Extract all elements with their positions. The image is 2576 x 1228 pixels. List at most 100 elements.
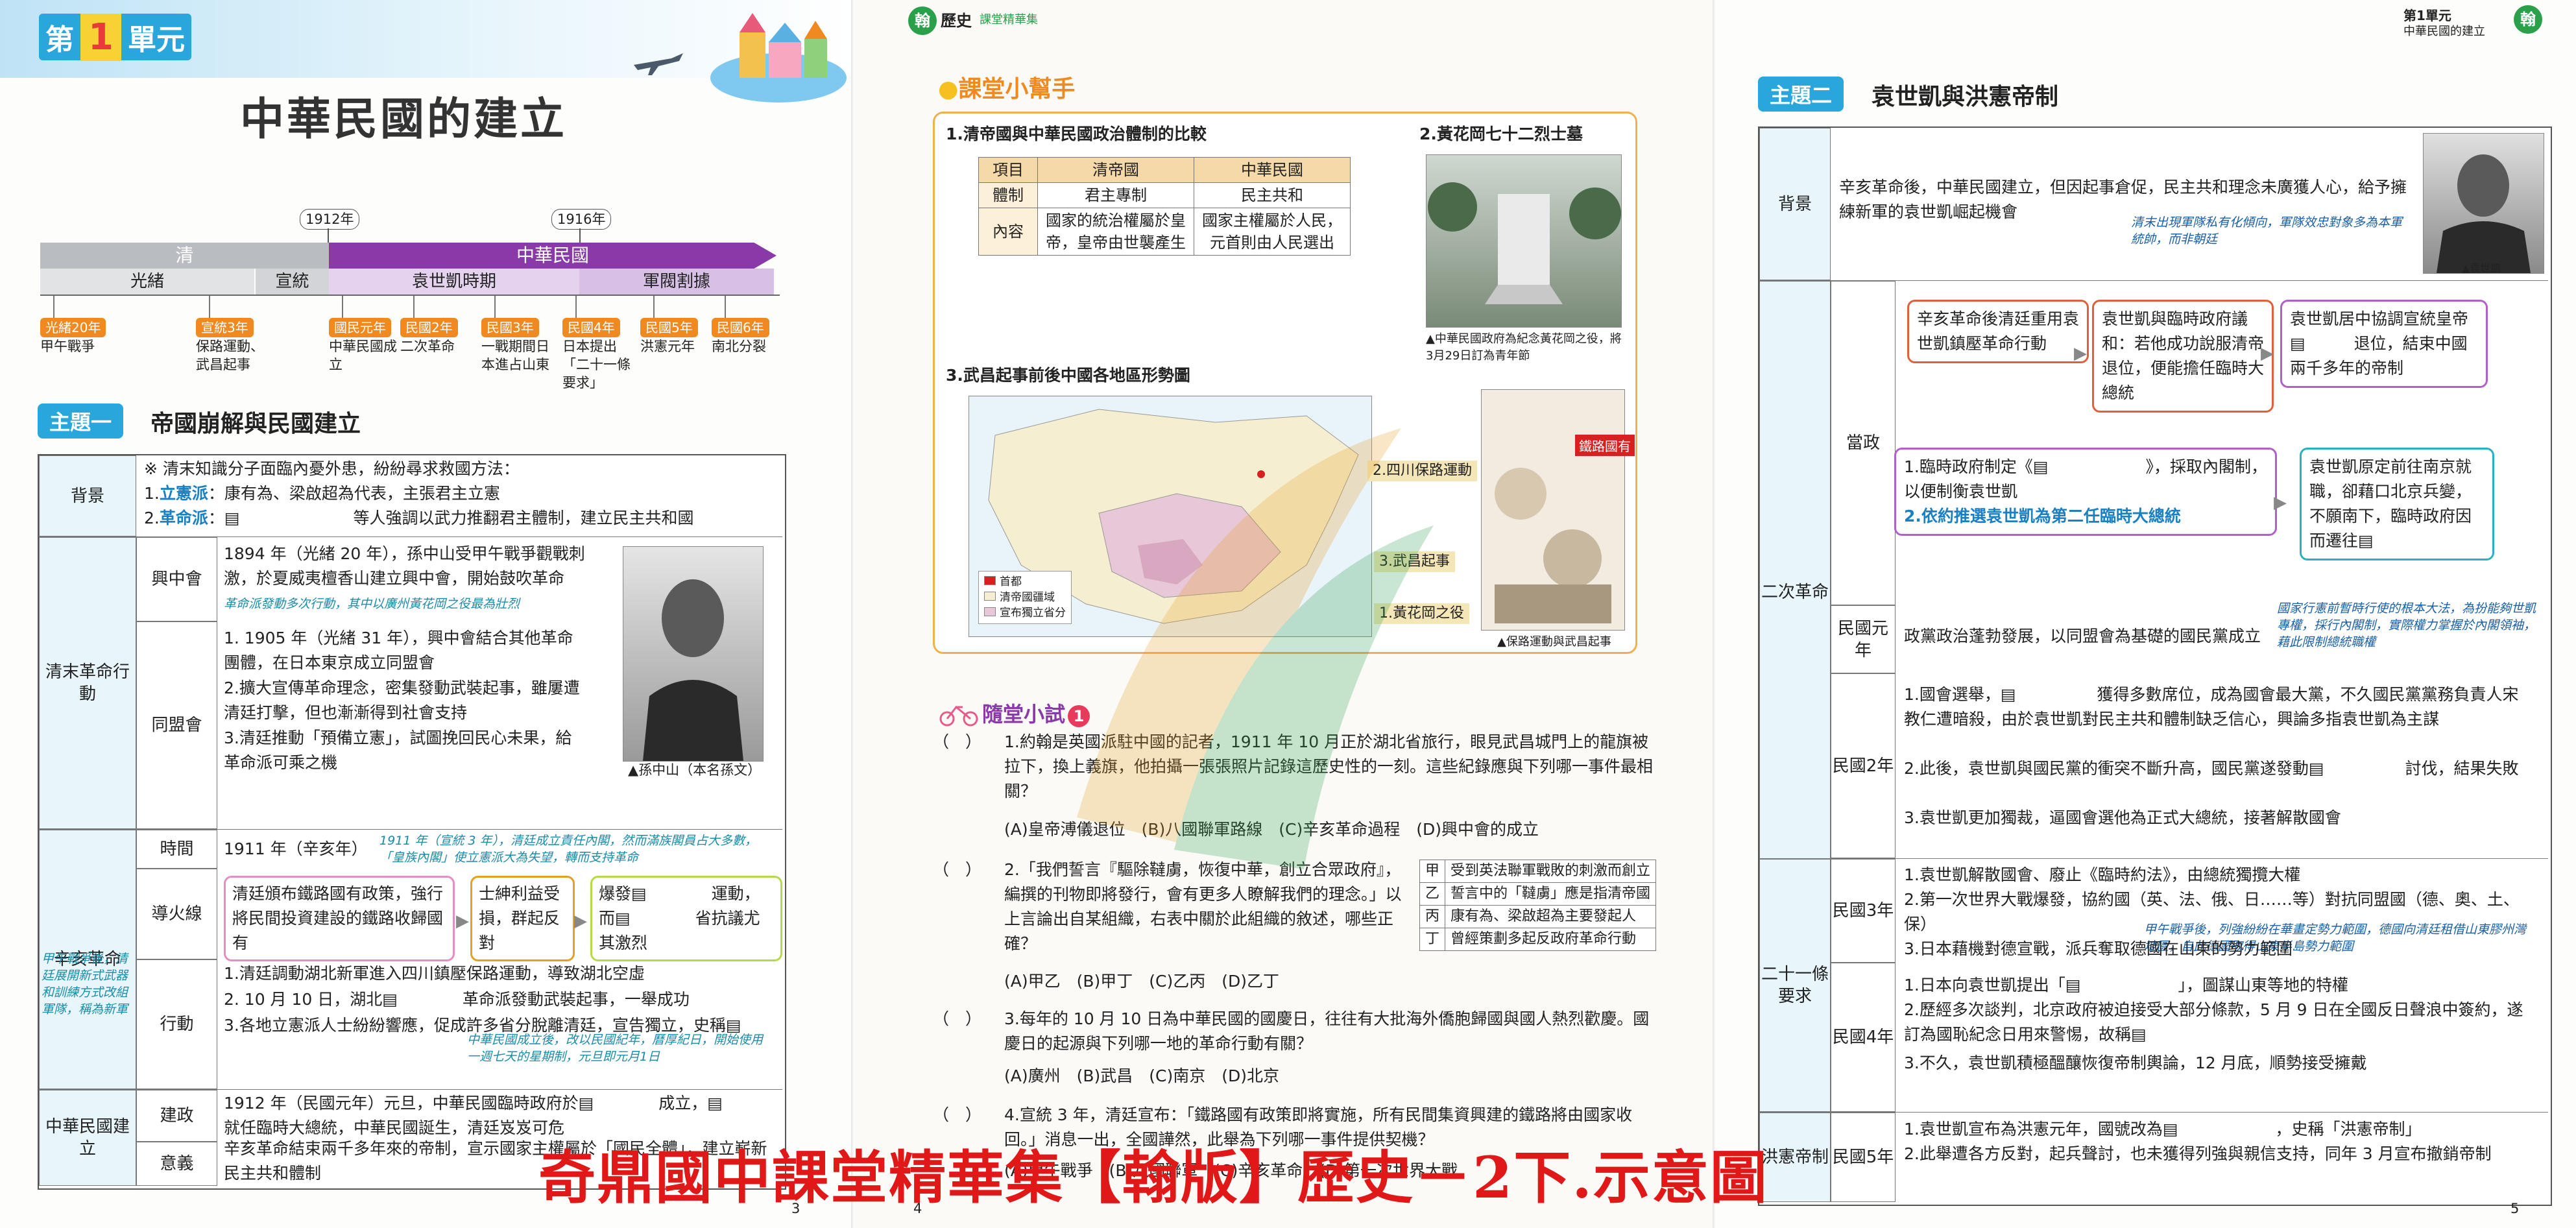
table-cell: 君主專制 — [1037, 182, 1194, 208]
event-tick — [575, 296, 577, 318]
event-year-badge: 民國3年 — [481, 318, 539, 337]
page-number: 5 — [2510, 1201, 2520, 1216]
answer-blank[interactable]: （ ） — [933, 730, 981, 754]
bg-note: ※ 清末知識分子面臨內憂外患，紛紛尋求救國方法： — [144, 459, 520, 478]
row-label-y4: 民國4年 — [1831, 963, 1896, 1112]
timeline-event: 民國3年一戰期間日本進占山東 — [481, 296, 558, 374]
answer-blank[interactable]: （ ） — [933, 1103, 981, 1127]
event-year-badge: 民國4年 — [562, 318, 620, 337]
table-row: 項目 清帝國 中華民國 — [978, 157, 1351, 183]
flow-arrow: ▶ — [2074, 344, 2087, 363]
xinhai-side-note: 甲午戰爭後，清廷展開新式武器和訓練方式改組軍隊，稱為新軍 — [42, 952, 128, 1017]
bg-note: 清末出現軍隊私有化傾向，軍隊效忠對象多為本軍統帥，而非朝廷 — [2131, 215, 2403, 247]
comic-caption: ▲保路運動與武昌起事 — [1497, 635, 1611, 649]
row-label-background: 背景 — [1759, 128, 1831, 280]
header-unit: 第1單元 — [2403, 8, 2451, 23]
year-1912: 1912年 — [300, 209, 360, 230]
fuse-arrow-2: ▶ — [574, 911, 587, 931]
table-cell: 國家主權屬於人民，元首則由人民選出 — [1194, 208, 1351, 256]
watermark-logo — [1012, 363, 1466, 882]
timeline-roc-bar: 中華民國 — [329, 243, 776, 269]
theme1-tag: 主題一 — [38, 403, 124, 439]
row-label-background: 背景 — [39, 455, 136, 536]
time-text: 1911 年（辛亥年） — [224, 839, 368, 858]
table-cell: 乙 — [1419, 882, 1446, 906]
question-3: 3.每年的 10 月 10 日為中華民國的國慶日，往往有大批海外僑胞歸國與國人熱… — [1004, 1009, 1650, 1053]
header-title: 中華民國的建立 — [2403, 25, 2485, 38]
flow-3: 袁世凱居中協調宣統皇帝▤ 退位，結束中國兩千多年的帝制 — [2280, 300, 2488, 388]
table-cell: 誓言中的「韃虜」應是指清帝國 — [1445, 882, 1657, 906]
row-label-time: 時間 — [136, 830, 217, 869]
table-header: 項目 — [978, 157, 1038, 183]
header-subject: 歷史 — [941, 12, 972, 30]
y4-3: 3.不久，袁世凱積極醞釀恢復帝制輿論，12 月底，順勢接受擁戴 — [1904, 1053, 2367, 1072]
bg-line1: 1.立憲派：康有為、梁啟超為代表，主張君主立憲 — [144, 484, 500, 503]
page-title: 中華民國的建立 — [240, 93, 568, 145]
timeline-tick-1912 — [328, 228, 329, 243]
event-text: 保路運動、武昌起事 — [196, 339, 264, 372]
y2-3: 3.袁世凱更加獨裁，逼國會選他為正式大總統，接著解散國會 — [1904, 808, 2341, 827]
theme2-title: 袁世凱與洪憲帝制 — [1872, 84, 2059, 110]
event-text: 二次革命 — [400, 339, 455, 354]
y5-2: 2.此舉遭各方反對，起兵聲討，也未獲得列強與親信支持，同年 3 月宣布撤銷帝制 — [1904, 1144, 2492, 1163]
y2-1: 1.國會選舉，▤ 獲得多數席位，成為國會最大黨，不久國民黨黨務負責人宋教仁遭暗殺… — [1904, 685, 2519, 728]
row-label-y5: 民國5年 — [1831, 1113, 1896, 1202]
event-text: 南北分裂 — [712, 339, 766, 354]
flow-arrow: ▶ — [2261, 344, 2274, 363]
question-2-options: (A)甲乙 (B)甲丁 (C)乙丙 (D)乙丁 — [1004, 972, 1279, 991]
timeline-event: 民國5年 洪憲元年 — [640, 296, 717, 355]
event-tick — [725, 296, 726, 318]
fuse-1: 清廷頒布鐵路國有政策，強行將民間投資建設的鐵路收歸國有 — [224, 876, 455, 961]
y2-2: 2.此後，袁世凱與國民黨的衝突不斷升高，國民黨遂發動▤ 討伐，結果失敗 — [1904, 759, 2519, 778]
y3-3: 3.日本藉機對德宣戰，派兵奪取德國在山東的勢力範圍 — [1904, 939, 2293, 958]
event-year-badge: 國民元年 — [329, 318, 391, 337]
event-tick — [53, 296, 54, 318]
yuan-caption: ▲袁世凱 — [2462, 262, 2501, 274]
theme1-title: 帝國崩解與民國建立 — [150, 411, 361, 437]
timeline-events: 光緒20年 甲午戰爭 宣統3年 保路運動、武昌起事 國民元年 中華民國成立 民國2年 二次革命… — [40, 296, 786, 406]
table-row: 體制 君主專制 民主共和 — [978, 182, 1351, 208]
answer-blank[interactable]: （ ） — [933, 858, 981, 882]
flow-2: 袁世凱與臨時政府議和：若他成功說服清帝退位，便能擔任臨時大總統 — [2092, 300, 2274, 413]
flow-4: 1.臨時政府制定《▤ 》，採取內閣制，以便制衡袁世凱 2.依約推選袁世凱為第二任… — [1894, 448, 2277, 536]
xzh-text: 1894 年（光緒 20 年），孫中山受甲午戰爭觀戰刺激，於夏威夷檀香山建立興中… — [224, 544, 585, 588]
table-header: 中華民國 — [1194, 157, 1351, 183]
timeline-xuantong: 宣統 — [256, 269, 329, 295]
event-year-badge: 宣統3年 — [196, 318, 254, 337]
timeline-qing-bar: 清 — [40, 243, 329, 269]
event-text: 甲午戰爭 — [40, 339, 95, 354]
year-1916: 1916年 — [551, 209, 612, 230]
row-label-tongmenghui: 同盟會 — [136, 621, 217, 829]
timeline-yuan-period: 袁世凱時期 — [329, 269, 579, 295]
row-label-xingzhonghui: 興中會 — [136, 537, 217, 621]
event-tick — [494, 296, 496, 318]
y3-1: 1.袁世凱解散國會、廢止《臨時約法》，由總統獨攬大權 — [1904, 865, 2301, 884]
watermark-text: 奇鼎國中課堂精華集【翰版】歷史－2下.示意圖 — [538, 1144, 1768, 1211]
timeline-guangxu: 光緒 — [40, 269, 254, 295]
legend-swatch — [984, 576, 996, 585]
timeline-tick-1916 — [579, 228, 581, 243]
answer-blank[interactable]: （ ） — [933, 1007, 981, 1031]
y5-1: 1.袁世凱宣布為洪憲元年，國號改為▤ ，史稱「洪憲帝制」 — [1904, 1120, 2422, 1138]
fuse-arrow-1: ▶ — [456, 911, 469, 931]
time-note: 1911 年（宣統 3 年），清廷成立責任內閣，然而滿族閣員占大多數，「皇族內閣… — [379, 834, 758, 865]
legend-swatch — [984, 592, 996, 601]
table-cell: 康有為、梁啟超為主要發起人 — [1445, 905, 1657, 928]
row-label-y2: 民國2年 — [1831, 673, 1896, 858]
row-label-y1: 民國元年 — [1831, 605, 1896, 673]
sun-yatsen-portrait — [623, 546, 764, 762]
event-text: 一戰期間日本進占山東 — [481, 339, 549, 372]
y1-text: 政黨政治蓬勃發展，以同盟會為基礎的國民黨成立 — [1904, 627, 2261, 645]
bulb-icon: ● — [938, 76, 959, 102]
timeline-event: 光緒20年 甲午戰爭 — [40, 296, 117, 355]
event-tick — [413, 296, 415, 318]
table-cell: 受到英法聯軍戰敗的刺激而創立 — [1445, 860, 1657, 883]
fuse-3: 爆發▤ 運動，而▤ 省抗議尤其激烈 — [590, 876, 782, 961]
table-row: 丙康有為、梁啟超為主要發起人 — [1419, 905, 1657, 928]
portrait-caption: ▲孫中山（本名孫文） — [628, 762, 762, 778]
table-cell: 國家的統治權屬於皇帝，皇帝由世襲產生 — [1037, 208, 1194, 256]
page-3: 第 1 單元 中華民國的建立 1912年 1916年 清 中華民國 光緒 宣統 袁世… — [0, 0, 855, 1228]
row-label-action: 行動 — [136, 959, 217, 1089]
table-row: 乙誓言中的「韃虜」應是指清帝國 — [1419, 882, 1657, 906]
fuse-2: 士紳利益受損，群起反對 — [470, 876, 575, 961]
